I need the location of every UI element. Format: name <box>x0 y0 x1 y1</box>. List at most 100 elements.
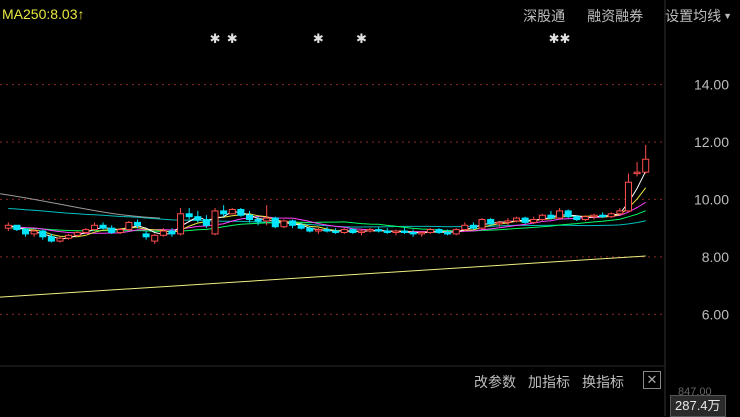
candle-body <box>82 229 90 233</box>
candle <box>90 222 98 232</box>
y-tick-label: 12.00 <box>694 134 729 150</box>
candle <box>332 228 340 234</box>
candle-body <box>13 224 21 231</box>
grid-lines <box>0 0 666 416</box>
menu-margin-trading[interactable]: 融资融券 <box>587 6 643 26</box>
candle-body <box>228 208 236 215</box>
event-marker-icon: ✱ <box>313 32 324 47</box>
candle-body <box>314 229 322 232</box>
close-icon[interactable]: ✕ <box>643 371 661 389</box>
candle-body <box>340 229 348 233</box>
event-markers: ✱ ✱ ✱ ✱ ✱✱ <box>210 32 571 47</box>
switch-indicator-button[interactable]: 换指标 <box>582 372 624 392</box>
candle <box>142 231 150 240</box>
candle-body <box>444 231 452 235</box>
ma250-readout: MA250:8.03↑ <box>2 6 85 22</box>
candle <box>435 228 443 234</box>
candle-body <box>202 219 210 226</box>
candle <box>30 229 38 237</box>
moving-average-lines <box>0 170 647 298</box>
candle-body <box>263 217 271 222</box>
candle <box>177 208 185 236</box>
event-marker-icon: ✱ <box>227 32 238 47</box>
candle-body <box>185 213 193 218</box>
candle-body <box>607 213 615 218</box>
candle-body <box>401 230 409 233</box>
candle-body <box>289 220 297 226</box>
candle-body <box>478 219 486 229</box>
candle <box>478 218 486 230</box>
candle <box>245 210 253 223</box>
candle-body <box>245 214 253 221</box>
candle-body <box>392 230 400 233</box>
y-tick-label: 10.00 <box>694 191 729 207</box>
candle-body <box>487 219 495 225</box>
candle <box>547 210 555 220</box>
volume-badge: 287.4万 <box>670 395 726 417</box>
candle-body <box>375 229 383 232</box>
y-tick-label: 14.00 <box>694 77 729 93</box>
candle <box>375 226 383 233</box>
indicator-tools: 改参数 加指标 换指标 <box>474 372 624 392</box>
candle <box>108 225 116 234</box>
menu-ma-settings[interactable]: 设置均线 ▼ <box>665 6 732 26</box>
candle <box>357 229 365 236</box>
candle-body <box>306 227 314 232</box>
candle <box>452 228 460 236</box>
candle <box>22 228 30 237</box>
chart-header: MA250:8.03↑ 深股通 融资融券 设置均线 ▼ <box>0 0 740 30</box>
candle-body <box>177 213 185 235</box>
candle-body <box>30 230 38 235</box>
event-marker-icon: ✱✱ <box>549 32 571 47</box>
candle <box>409 229 417 237</box>
candle <box>99 222 107 230</box>
modify-params-button[interactable]: 改参数 <box>474 372 516 392</box>
candle <box>185 208 193 220</box>
candle <box>39 229 47 240</box>
candle-body <box>159 230 167 236</box>
candle-body <box>573 216 581 221</box>
candle-body <box>65 234 73 239</box>
candle-body <box>616 210 624 215</box>
candle-body <box>22 229 30 235</box>
candle <box>280 219 288 229</box>
candle <box>323 226 331 233</box>
candle-body <box>194 216 202 221</box>
candle-body <box>504 220 512 223</box>
candle-body <box>142 233 150 238</box>
candle <box>366 228 374 233</box>
candle-body <box>297 224 305 229</box>
candle-body <box>99 224 107 229</box>
candle-body <box>280 220 288 228</box>
candle-body <box>271 217 279 228</box>
candle-body <box>133 221 142 226</box>
add-indicator-button[interactable]: 加指标 <box>528 372 570 392</box>
candle <box>556 208 564 220</box>
candle-body <box>633 171 641 175</box>
candle <box>383 228 391 234</box>
candle-body <box>237 208 245 216</box>
candle <box>4 222 12 232</box>
candle-body <box>168 230 176 235</box>
candle <box>461 222 469 232</box>
candle <box>504 218 512 226</box>
candle <box>237 208 245 217</box>
candle-body <box>90 224 98 231</box>
candle-body <box>211 210 219 235</box>
candle-body <box>56 237 64 242</box>
candle-body <box>538 214 546 221</box>
candle-body <box>452 229 460 235</box>
candle-body <box>581 216 589 221</box>
menu-hk-connect[interactable]: 深股通 <box>523 6 565 26</box>
price-chart[interactable]: 14.0012.0010.008.006.00 ✱ ✱ ✱ ✱ ✱✱ <box>0 0 740 416</box>
candle-body <box>590 214 598 218</box>
candle-body <box>642 158 650 173</box>
candle-body <box>323 229 331 232</box>
candle-body <box>349 229 357 233</box>
event-marker-icon: ✱ <box>356 32 367 47</box>
candle-body <box>469 224 477 229</box>
candle-body <box>564 210 572 218</box>
candle-body <box>426 229 434 233</box>
candle-body <box>73 231 81 236</box>
candle <box>401 228 409 234</box>
